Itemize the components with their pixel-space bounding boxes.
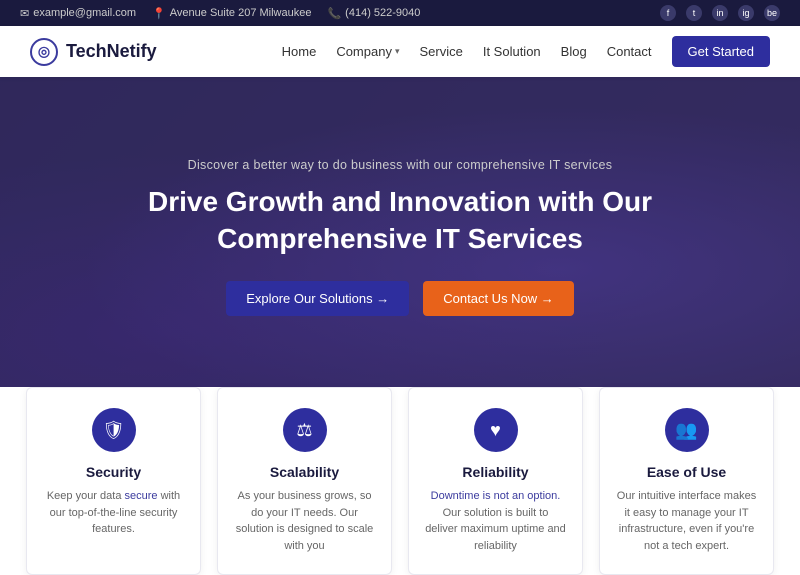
feature-desc-3: Our intuitive interface makes it easy to…: [616, 488, 757, 554]
hero-section: Discover a better way to do business wit…: [0, 77, 800, 397]
hero-subtitle: Discover a better way to do business wit…: [120, 158, 680, 172]
navbar: TechNetify Home Company ▾ Service It Sol…: [0, 26, 800, 77]
feature-card-security: 🛡 Security Keep your data secure with our …: [26, 387, 201, 575]
hero-buttons: Explore Our Solutions → Contact Us Now →: [120, 281, 680, 316]
hero-content: Discover a better way to do business wit…: [100, 158, 700, 316]
nav-service[interactable]: Service: [419, 44, 462, 59]
chevron-down-icon: ▾: [395, 46, 400, 57]
feature-title-0: Security: [43, 464, 184, 480]
feature-desc-2: Downtime is not an option. Our solution …: [425, 488, 566, 554]
linkedin-icon[interactable]: in: [712, 5, 728, 21]
topbar-left: ✉ example@gmail.com 📍 Avenue Suite 207 M…: [20, 7, 420, 20]
feature-title-3: Ease of Use: [616, 464, 757, 480]
phone-icon: 📞: [327, 7, 341, 20]
contact-us-button[interactable]: Contact Us Now →: [423, 281, 574, 316]
topbar-phone: 📞 (414) 522-9040: [327, 7, 420, 20]
location-icon: 📍: [152, 7, 166, 20]
feature-desc-0: Keep your data secure with our top-of-th…: [43, 488, 184, 538]
get-started-button[interactable]: Get Started: [672, 36, 770, 67]
behance-icon[interactable]: be: [764, 5, 780, 21]
twitter-icon[interactable]: t: [686, 5, 702, 21]
instagram-icon[interactable]: ig: [738, 5, 754, 21]
nav-home[interactable]: Home: [282, 44, 317, 59]
feature-icon-0: 🛡: [92, 408, 136, 452]
nav-blog[interactable]: Blog: [561, 44, 587, 59]
feature-title-2: Reliability: [425, 464, 566, 480]
topbar-socials: f t in ig be: [660, 5, 780, 21]
feature-card-scalability: ⚖ Scalability As your business grows, so d…: [217, 387, 392, 575]
nav-company-link[interactable]: Company: [336, 44, 392, 59]
email-icon: ✉: [20, 7, 29, 20]
nav-company[interactable]: Company ▾: [336, 44, 399, 59]
hero-title: Drive Growth and Innovation with Our Com…: [120, 184, 680, 257]
topbar-address: 📍 Avenue Suite 207 Milwaukee: [152, 7, 311, 20]
facebook-icon[interactable]: f: [660, 5, 676, 21]
feature-icon-3: 👥: [665, 408, 709, 452]
brand-name: TechNetify: [66, 41, 157, 62]
brand-icon: [30, 38, 58, 66]
feature-desc-1: As your business grows, so do your IT ne…: [234, 488, 375, 554]
features-section: 🛡 Security Keep your data secure with our …: [0, 387, 800, 575]
feature-icon-1: ⚖: [283, 408, 327, 452]
nav-links: Home Company ▾ Service It Solution Blog …: [282, 36, 770, 67]
feature-title-1: Scalability: [234, 464, 375, 480]
nav-contact[interactable]: Contact: [607, 44, 652, 59]
brand-logo[interactable]: TechNetify: [30, 38, 157, 66]
feature-card-reliability: ♥ Reliability Downtime is not an option. O…: [408, 387, 583, 575]
nav-it-solution[interactable]: It Solution: [483, 44, 541, 59]
explore-solutions-button[interactable]: Explore Our Solutions →: [226, 281, 409, 316]
feature-card-ease-of-use: 👥 Ease of Use Our intuitive interface make…: [599, 387, 774, 575]
feature-icon-2: ♥: [474, 408, 518, 452]
topbar: ✉ example@gmail.com 📍 Avenue Suite 207 M…: [0, 0, 800, 26]
topbar-email: ✉ example@gmail.com: [20, 7, 136, 20]
